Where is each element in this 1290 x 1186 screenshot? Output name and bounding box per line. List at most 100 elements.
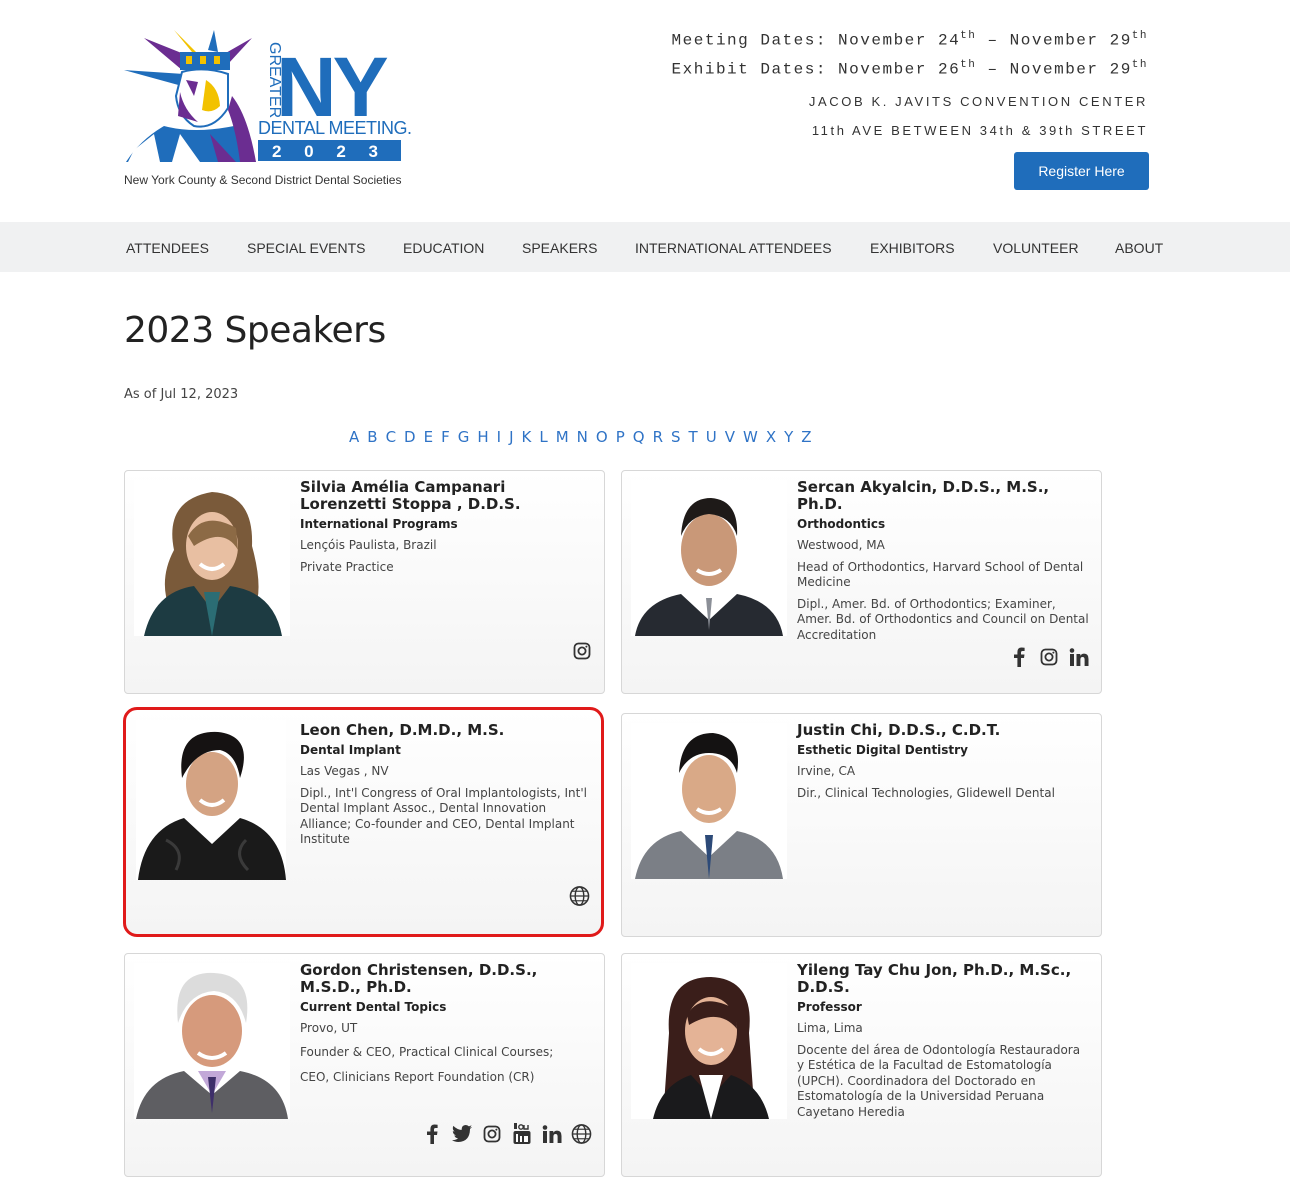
speaker-info: Justin Chi, D.D.S., C.D.T. Esthetic Digi… — [797, 722, 1089, 801]
speaker-specialty: Orthodontics — [797, 517, 886, 531]
speaker-info: Yileng Tay Chu Jon, Ph.D., M.Sc., D.D.S.… — [797, 962, 1089, 1120]
nav-item-volunteer[interactable]: VOLUNTEER — [993, 222, 1079, 272]
social-links — [1008, 646, 1089, 667]
letter-link-i[interactable]: I — [497, 428, 501, 446]
dental-meeting-logo[interactable]: GREATER NY DENTAL MEETING. 2 0 2 3 — [124, 30, 414, 165]
nav-item-about[interactable]: ABOUT — [1115, 222, 1163, 272]
letter-link-o[interactable]: O — [596, 428, 608, 446]
letter-link-p[interactable]: P — [616, 428, 625, 446]
speaker-specialty: Esthetic Digital Dentistry — [797, 743, 968, 757]
social-links — [571, 640, 592, 661]
nav-item-education[interactable]: EDUCATION — [403, 222, 484, 272]
letter-link-u[interactable]: U — [706, 428, 717, 446]
letter-link-w[interactable]: W — [743, 428, 758, 446]
instagram-icon[interactable] — [1038, 646, 1059, 667]
letter-link-r[interactable]: R — [653, 428, 663, 446]
facebook-icon[interactable] — [421, 1123, 442, 1144]
letter-link-b[interactable]: B — [367, 428, 377, 446]
meeting-dates: Meeting Dates: November 24th – November … — [671, 30, 1148, 50]
letter-link-a[interactable]: A — [349, 428, 359, 446]
instagram-icon[interactable] — [481, 1123, 502, 1144]
linkedin-icon[interactable] — [541, 1123, 562, 1144]
website-icon[interactable] — [569, 885, 590, 906]
speaker-affiliation-2: CEO, Clinicians Report Foundation (CR) — [300, 1070, 535, 1084]
speaker-name[interactable]: Justin Chi, D.D.S., C.D.T. — [797, 722, 1089, 739]
speaker-location: Westwood, MA — [797, 538, 885, 552]
logo-year-text: 2 0 2 3 — [272, 142, 387, 161]
letter-link-c[interactable]: C — [386, 428, 396, 446]
letter-link-d[interactable]: D — [404, 428, 416, 446]
letter-link-l[interactable]: L — [539, 428, 547, 446]
speaker-specialty: Dental Implant — [300, 743, 401, 757]
speaker-affiliation: Docente del área de Odontología Restaura… — [797, 1042, 1081, 1119]
speaker-affiliation: Dir., Clinical Technologies, Glidewell D… — [797, 785, 1055, 800]
letter-link-x[interactable]: X — [766, 428, 776, 446]
venue-address: 11th AVE BETWEEN 34th & 39th STREET — [811, 122, 1148, 138]
letter-link-v[interactable]: V — [725, 428, 735, 446]
social-links — [569, 885, 590, 906]
speaker-location: Las Vegas , NV — [300, 764, 389, 778]
speaker-affiliation: Founder & CEO, Practical Clinical Course… — [300, 1044, 554, 1059]
speaker-name[interactable]: Sercan Akyalcin, D.D.S., M.S., Ph.D. — [797, 479, 1089, 513]
nav-item-attendees[interactable]: ATTENDEES — [126, 222, 209, 272]
speaker-affiliation: Head of Orthodontics, Harvard School of … — [797, 559, 1084, 590]
main-nav: ATTENDEES SPECIAL EVENTS EDUCATION SPEAK… — [0, 222, 1290, 272]
speaker-card-highlighted[interactable]: Leon Chen, D.M.D., M.S. Dental Implant L… — [123, 707, 604, 937]
speaker-card[interactable]: Justin Chi, D.D.S., C.D.T. Esthetic Digi… — [621, 713, 1102, 937]
linkedin-icon[interactable] — [1068, 646, 1089, 667]
logo-tagline: New York County & Second District Dental… — [124, 173, 402, 187]
register-button[interactable]: Register Here — [1014, 152, 1149, 190]
letter-link-s[interactable]: S — [671, 428, 681, 446]
letter-link-j[interactable]: J — [509, 428, 513, 446]
speaker-specialty: International Programs — [300, 517, 458, 531]
nav-item-speakers[interactable]: SPEAKERS — [522, 222, 597, 272]
logo-dental-text: DENTAL MEETING. — [258, 118, 412, 138]
facebook-icon[interactable] — [1008, 646, 1029, 667]
speaker-specialty: Professor — [797, 1000, 862, 1014]
speaker-info: Sercan Akyalcin, D.D.S., M.S., Ph.D. Ort… — [797, 479, 1089, 643]
nav-item-international-attendees[interactable]: INTERNATIONAL ATTENDEES — [635, 222, 832, 272]
letter-link-q[interactable]: Q — [633, 428, 645, 446]
speaker-name[interactable]: Leon Chen, D.M.D., M.S. — [300, 722, 589, 739]
speaker-name[interactable]: Yileng Tay Chu Jon, Ph.D., M.Sc., D.D.S. — [797, 962, 1089, 996]
letter-link-m[interactable]: M — [556, 428, 569, 446]
nav-item-special-events[interactable]: SPECIAL EVENTS — [247, 222, 366, 272]
speaker-card[interactable]: Silvia Amélia Campanari Lorenzetti Stopp… — [124, 470, 605, 694]
instagram-icon[interactable] — [571, 640, 592, 661]
speaker-photo — [631, 963, 787, 1119]
social-links — [421, 1122, 592, 1144]
alphabet-filter: ABCDEFGHIJKLMNOPQRSTUVWXYZ — [349, 428, 820, 446]
speaker-card[interactable]: Yileng Tay Chu Jon, Ph.D., M.Sc., D.D.S.… — [621, 953, 1102, 1177]
letter-link-t[interactable]: T — [689, 428, 698, 446]
letter-link-h[interactable]: H — [477, 428, 488, 446]
speaker-location: Lima, Lima — [797, 1021, 863, 1035]
speaker-credentials: Dipl., Int'l Congress of Oral Implantolo… — [300, 785, 587, 847]
speaker-card[interactable]: Sercan Akyalcin, D.D.S., M.S., Ph.D. Ort… — [621, 470, 1102, 694]
nav-item-exhibitors[interactable]: EXHIBITORS — [870, 222, 955, 272]
speaker-location: Irvine, CA — [797, 764, 856, 778]
twitter-icon[interactable] — [451, 1123, 472, 1144]
as-of-date: As of Jul 12, 2023 — [124, 387, 239, 402]
letter-link-y[interactable]: Y — [784, 428, 793, 446]
letter-link-f[interactable]: F — [441, 428, 450, 446]
speaker-photo — [631, 480, 787, 636]
letter-link-k[interactable]: K — [522, 428, 532, 446]
website-icon[interactable] — [571, 1123, 592, 1144]
speaker-photo — [136, 720, 286, 880]
letter-link-z[interactable]: Z — [801, 428, 811, 446]
speaker-card[interactable]: Gordon Christensen, D.D.S., M.S.D., Ph.D… — [124, 953, 605, 1177]
letter-link-e[interactable]: E — [424, 428, 433, 446]
letter-link-n[interactable]: N — [577, 428, 588, 446]
speaker-name[interactable]: Silvia Amélia Campanari Lorenzetti Stopp… — [300, 479, 592, 513]
exhibit-dates: Exhibit Dates: November 26th – November … — [671, 59, 1148, 79]
youtube-icon[interactable] — [511, 1122, 532, 1144]
speaker-info: Silvia Amélia Campanari Lorenzetti Stopp… — [300, 479, 592, 575]
speaker-specialty: Current Dental Topics — [300, 1000, 447, 1014]
speaker-photo — [134, 963, 290, 1119]
speaker-name[interactable]: Gordon Christensen, D.D.S., M.S.D., Ph.D… — [300, 962, 592, 996]
speaker-credentials: Dipl., Amer. Bd. of Orthodontics; Examin… — [797, 596, 1089, 642]
letter-link-g[interactable]: G — [458, 428, 470, 446]
speaker-location: Lençóis Paulista, Brazil — [300, 538, 437, 552]
meeting-info: Meeting Dates: November 24th – November … — [672, 24, 1148, 145]
speaker-affiliation: Private Practice — [300, 559, 394, 574]
